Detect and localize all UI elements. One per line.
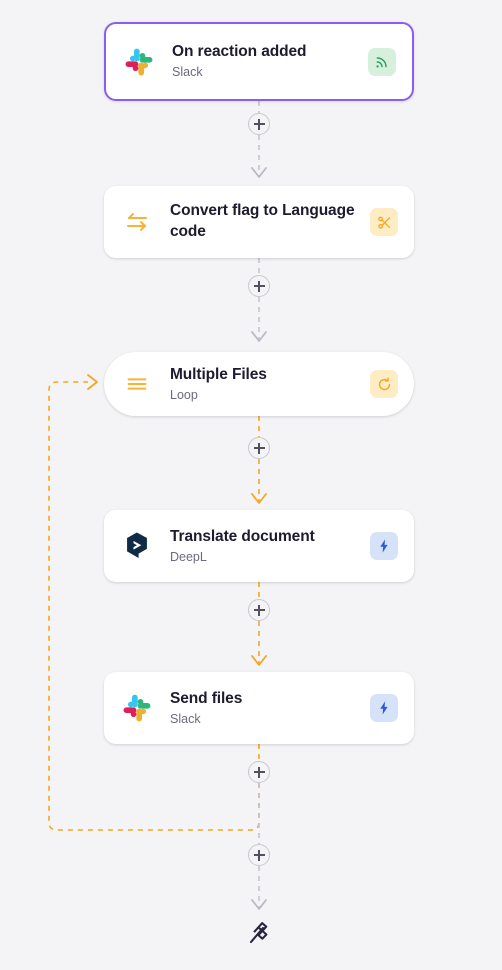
node-title: Convert flag to Language code [170,202,355,240]
trigger-feed-icon [368,47,396,76]
slack-icon [120,691,154,725]
workflow-canvas: .grayline { stroke:#c4c4cc; stroke-width… [0,0,502,970]
checkered-flag-icon [246,920,272,946]
node-text: Send files Slack [170,689,358,728]
node-subtitle: DeepL [170,549,207,564]
workflow-node-multiple-files-loop[interactable]: Multiple Files Loop [104,352,414,416]
lightning-icon [370,694,398,722]
add-step-button-1[interactable] [248,113,270,135]
node-title: Multiple Files [170,365,267,383]
scissors-icon [370,208,398,236]
node-subtitle: Slack [172,65,203,80]
connector-layer: .grayline { stroke:#c4c4cc; stroke-width… [48,101,267,910]
workflow-node-convert-flag-to-language-code[interactable]: Convert flag to Language code [104,186,414,258]
list-lines-icon [120,367,154,401]
node-text: Translate document DeepL [170,527,358,566]
deepl-icon [120,529,154,563]
workflow-node-send-files[interactable]: Send files Slack [104,672,414,744]
node-title: On reaction added [172,43,307,61]
workflow-node-translate-document[interactable]: Translate document DeepL [104,510,414,582]
add-step-button-2[interactable] [248,275,270,297]
node-text: Multiple Files Loop [170,365,358,404]
node-subtitle: Loop [170,387,198,402]
node-text: On reaction added Slack [172,42,356,81]
node-title: Send files [170,689,243,707]
add-step-button-6[interactable] [248,844,270,866]
loop-arrow-icon [370,370,398,398]
slack-icon [122,45,156,79]
add-step-button-3[interactable] [248,437,270,459]
node-subtitle: Slack [170,711,201,726]
lightning-icon [370,532,398,560]
workflow-node-on-reaction-added[interactable]: On reaction added Slack [104,22,414,101]
add-step-button-5[interactable] [248,761,270,783]
node-text: Convert flag to Language code [170,201,358,243]
add-step-button-4[interactable] [248,599,270,621]
node-title: Translate document [170,527,315,545]
swap-arrows-icon [120,205,154,239]
